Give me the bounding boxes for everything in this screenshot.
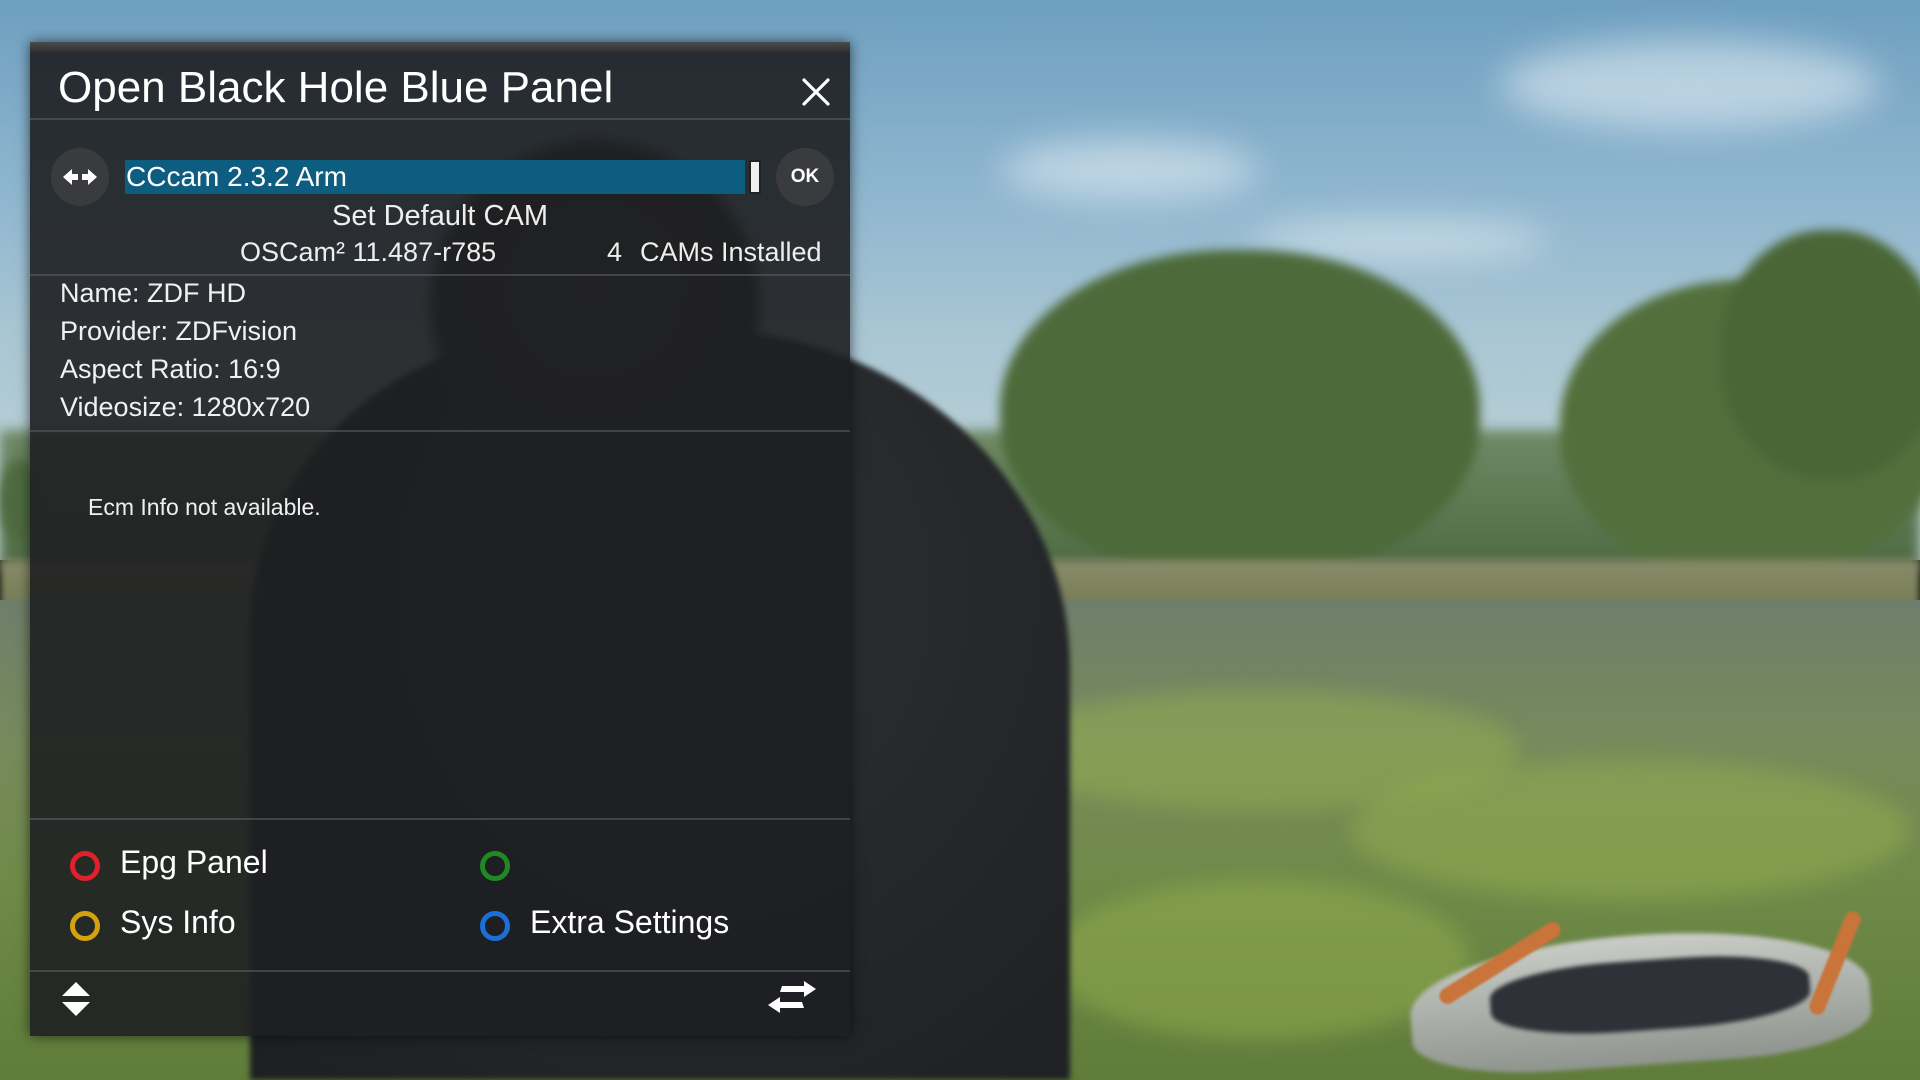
set-default-cam[interactable]: Set Default CAM <box>30 200 850 233</box>
divider <box>30 430 850 432</box>
water-weed <box>1350 760 1910 900</box>
ok-button[interactable]: OK <box>776 148 834 206</box>
selected-cam: CCcam 2.3.2 Arm <box>126 161 347 192</box>
close-button[interactable] <box>794 70 838 114</box>
divider <box>30 970 850 972</box>
tree <box>1000 250 1480 580</box>
red-key-icon[interactable] <box>70 851 100 881</box>
left-right-button[interactable] <box>51 148 109 206</box>
blue-key-icon[interactable] <box>480 911 510 941</box>
divider <box>30 274 850 276</box>
panel-title: Open Black Hole Blue Panel <box>58 63 614 112</box>
aspect-ratio: Aspect Ratio: 16:9 <box>60 354 281 384</box>
tree <box>1720 230 1920 480</box>
selection-scroll-knob[interactable] <box>749 160 761 194</box>
water-weed <box>1050 880 1470 1040</box>
ecm-info: Ecm Info not available. <box>88 494 321 520</box>
videosize: Videosize: 1280x720 <box>60 392 311 422</box>
ok-label: OK <box>790 166 820 187</box>
cloud <box>1500 40 1880 130</box>
current-cam: OSCam² 11.487-r785 <box>240 237 497 267</box>
yellow-key-icon[interactable] <box>70 911 100 941</box>
cams-installed-label: CAMs Installed <box>640 237 822 267</box>
divider <box>30 818 850 820</box>
swap-arrows-icon <box>768 981 816 1013</box>
up-down-arrows-icon <box>62 982 90 1016</box>
cams-installed-count: 4 <box>607 237 623 267</box>
green-key-icon[interactable] <box>480 851 510 881</box>
left-right-arrows-icon <box>63 169 97 185</box>
red-key-label[interactable]: Epg Panel <box>120 844 268 881</box>
channel-provider: Provider: ZDFvision <box>60 316 298 346</box>
blue-panel: Open Black Hole Blue Panel CCcam 2.3.2 A… <box>30 42 850 1036</box>
cloud <box>1000 140 1260 200</box>
blue-key-label[interactable]: Extra Settings <box>530 904 729 941</box>
close-icon <box>802 78 830 106</box>
divider <box>30 118 850 120</box>
yellow-key-label[interactable]: Sys Info <box>120 904 236 941</box>
channel-name: Name: ZDF HD <box>60 278 247 308</box>
